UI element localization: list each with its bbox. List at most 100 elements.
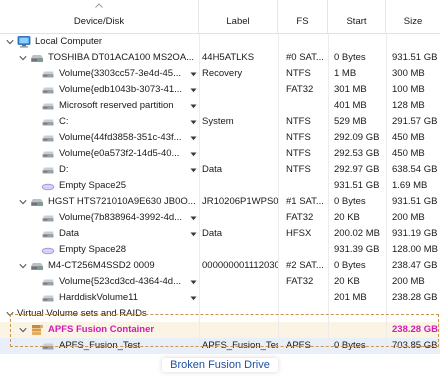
device-name: D:	[59, 164, 69, 175]
disk-row[interactable]: HGST HTS721010A9E630 JB0O... JR10206P1WPS…	[0, 194, 440, 210]
device-name: Microsoft reserved partition	[59, 100, 174, 111]
label-cell: Recovery	[199, 66, 278, 82]
label-cell: Data	[199, 226, 278, 242]
device-cell: Volume{523cd3cd-4364-4d...	[0, 274, 198, 290]
partition-row[interactable]: Volume{44fd3858-351c-43f... NTFS 292.09 GB…	[0, 130, 440, 146]
partition-row[interactable]: Volume{3303cc57-3e4d-45... Recovery NTFS 1 …	[0, 66, 440, 82]
chevron-down-icon[interactable]	[18, 50, 28, 66]
dropdown-arrow-icon[interactable]	[190, 66, 198, 82]
size-cell: 703.85 GB	[386, 338, 440, 354]
column-header: Device/Disk Label FS Start Size	[0, 0, 440, 34]
label-cell	[199, 290, 278, 306]
size-cell: 450 MB	[386, 146, 440, 162]
column-header-fs-label: FS	[296, 16, 309, 27]
device-cell: Volume{7b838964-3992-4d...	[0, 210, 198, 226]
start-cell: 20 KB	[328, 274, 386, 290]
label-cell	[199, 130, 278, 146]
dropdown-arrow-icon[interactable]	[190, 210, 198, 226]
start-cell: 292.97 GB	[328, 162, 386, 178]
label-cell	[199, 82, 278, 98]
size-cell: 128 MB	[386, 98, 440, 114]
device-name: Empty Space28	[59, 244, 127, 255]
label-cell	[199, 242, 278, 258]
start-cell: 292.09 GB	[328, 130, 386, 146]
size-cell: 128.00 MB	[386, 242, 440, 258]
partition-row[interactable]: C: System NTFS 529 MB 291.57 GB	[0, 114, 440, 130]
partition-row[interactable]: Volume{e0a573f2-14d5-40... NTFS 292.53 GB 4…	[0, 146, 440, 162]
dropdown-arrow-icon[interactable]	[190, 82, 198, 98]
device-cell: Empty Space28	[0, 242, 198, 258]
chevron-down-icon[interactable]	[18, 258, 28, 274]
device-name: Volume{44fd3858-351c-43f...	[59, 132, 182, 143]
fs-cell: APFS	[278, 338, 328, 354]
device-cell: C:	[0, 114, 198, 130]
dropdown-arrow-icon[interactable]	[190, 130, 198, 146]
partition-row[interactable]: Volume{edb1043b-3073-41... FAT32 301 MB 100…	[0, 82, 440, 98]
fs-cell	[278, 98, 328, 114]
device-cell: D:	[0, 162, 198, 178]
partition-row[interactable]: HarddiskVolume11 201 MB 238.28 GB	[0, 290, 440, 306]
partition-row[interactable]: Microsoft reserved partition 401 MB 128 MB	[0, 98, 440, 114]
start-cell	[328, 34, 386, 50]
column-header-start[interactable]: Start	[328, 0, 386, 33]
device-name: APFS Fusion Container	[48, 324, 155, 335]
partition-row[interactable]: Volume{7b838964-3992-4d... FAT32 20 KB 200 …	[0, 210, 440, 226]
chevron-down-icon[interactable]	[18, 194, 28, 210]
disk-row[interactable]: M4-CT256M4SSD2 0009 000000001112030...#2 …	[0, 258, 440, 274]
dropdown-arrow-icon[interactable]	[190, 226, 198, 242]
device-cell: HGST HTS721010A9E630 JB0O...	[0, 194, 198, 210]
partition-row[interactable]: Empty Space25 931.51 GB 1.69 MB	[0, 178, 440, 194]
device-cell: TOSHIBA DT01ACA100 MS2OA...	[0, 50, 198, 66]
volume-icon	[41, 68, 55, 80]
device-name: Volume{523cd3cd-4364-4d...	[59, 276, 182, 287]
device-cell: Volume{3303cc57-3e4d-45...	[0, 66, 198, 82]
device-name: Empty Space25	[59, 180, 127, 191]
column-header-size[interactable]: Size	[386, 0, 440, 33]
size-cell: 291.57 GB	[386, 114, 440, 130]
device-name: HarddiskVolume11	[59, 292, 139, 303]
column-header-device[interactable]: Device/Disk	[0, 0, 199, 33]
partition-row[interactable]: Volume{523cd3cd-4364-4d... FAT32 20 KB 200 …	[0, 274, 440, 290]
label-cell: JR10206P1WPS0F	[199, 194, 278, 210]
column-header-device-label: Device/Disk	[73, 16, 125, 27]
disk-row[interactable]: APFS Fusion Container 238.28 GB	[0, 322, 440, 338]
size-cell: 450 MB	[386, 130, 440, 146]
chevron-down-icon[interactable]	[5, 306, 15, 322]
column-header-fs[interactable]: FS	[278, 0, 328, 33]
chevron-down-icon[interactable]	[18, 322, 28, 338]
label-cell: Data	[199, 162, 278, 178]
column-header-label[interactable]: Label	[199, 0, 278, 33]
start-cell: 292.53 GB	[328, 146, 386, 162]
fs-cell: NTFS	[278, 130, 328, 146]
volume-icon	[41, 164, 55, 176]
tree-group-row[interactable]: Local Computer	[0, 34, 440, 50]
size-cell: 100 MB	[386, 82, 440, 98]
size-cell: 238.28 GB	[386, 290, 440, 306]
start-cell: 0 Bytes	[328, 194, 386, 210]
label-cell: APFS_Fusion_Test	[199, 338, 278, 354]
tree-group-row[interactable]: Virtual Volume sets and RAIDs	[0, 306, 440, 322]
start-cell: 301 MB	[328, 82, 386, 98]
partition-row[interactable]: Empty Space28 931.39 GB 128.00 MB	[0, 242, 440, 258]
device-cell: Volume{44fd3858-351c-43f...	[0, 130, 198, 146]
device-cell: M4-CT256M4SSD2 0009	[0, 258, 198, 274]
start-cell: 401 MB	[328, 98, 386, 114]
label-cell	[199, 210, 278, 226]
dropdown-arrow-icon[interactable]	[190, 162, 198, 178]
dropdown-arrow-icon[interactable]	[190, 290, 198, 306]
dropdown-arrow-icon[interactable]	[190, 114, 198, 130]
partition-row[interactable]: D: Data NTFS 292.97 GB 638.54 GB	[0, 162, 440, 178]
dropdown-arrow-icon[interactable]	[190, 274, 198, 290]
chevron-down-icon[interactable]	[5, 34, 15, 50]
start-cell: 201 MB	[328, 290, 386, 306]
empty-space-icon	[41, 180, 55, 192]
dropdown-arrow-icon[interactable]	[190, 98, 198, 114]
disk-row[interactable]: TOSHIBA DT01ACA100 MS2OA... 44H5ATLKS #0 S…	[0, 50, 440, 66]
partition-row[interactable]: Data Data HFSX 200.02 MB 931.19 GB	[0, 226, 440, 242]
computer-icon	[17, 36, 31, 48]
size-cell	[386, 306, 440, 322]
partition-row[interactable]: APFS_Fusion_Test APFS_Fusion_Test APFS 0 By…	[0, 338, 440, 354]
dropdown-arrow-icon[interactable]	[190, 146, 198, 162]
fs-cell	[278, 178, 328, 194]
device-cell: Data	[0, 226, 198, 242]
